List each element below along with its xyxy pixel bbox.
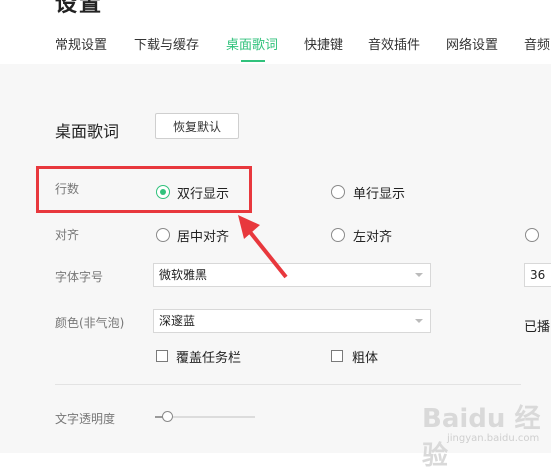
- tab-audio-plugins[interactable]: 音效插件: [368, 34, 420, 53]
- right-align-radio[interactable]: [525, 228, 539, 242]
- opacity-label: 文字透明度: [55, 412, 116, 426]
- section-divider: [55, 384, 521, 385]
- cover-taskbar-checkbox[interactable]: [156, 350, 168, 362]
- tab-desktop-lyrics[interactable]: 桌面歌词: [226, 34, 278, 53]
- left-align-label[interactable]: 左对齐: [353, 226, 392, 245]
- section-title: 桌面歌词: [55, 122, 120, 141]
- tab-audio[interactable]: 音频: [524, 34, 550, 53]
- tab-network[interactable]: 网络设置: [446, 34, 498, 53]
- baidu-watermark-url: jingyan.baidu.com: [447, 433, 540, 444]
- font-label: 字体字号: [55, 270, 104, 284]
- tab-general[interactable]: 常规设置: [55, 34, 107, 53]
- cover-taskbar-label[interactable]: 覆盖任务栏: [176, 347, 241, 366]
- color-label: 颜色(非气泡): [55, 316, 125, 330]
- single-line-label[interactable]: 单行显示: [353, 183, 405, 202]
- arrow-icon: [238, 215, 288, 279]
- align-label: 对齐: [55, 228, 80, 242]
- bold-checkbox[interactable]: [331, 350, 343, 362]
- tab-shortcuts[interactable]: 快捷键: [304, 34, 343, 53]
- single-line-radio[interactable]: [331, 185, 345, 199]
- played-color-label: 已播: [524, 320, 551, 335]
- center-align-radio[interactable]: [156, 228, 170, 242]
- bold-label[interactable]: 粗体: [352, 347, 378, 366]
- font-size-value: 36: [530, 268, 546, 282]
- center-align-label[interactable]: 居中对齐: [177, 226, 229, 245]
- opacity-slider-knob[interactable]: [162, 411, 173, 422]
- font-family-value: 微软雅黑: [159, 268, 208, 282]
- active-tab-underline: [241, 60, 265, 62]
- chevron-down-icon: [415, 319, 423, 323]
- reset-default-button[interactable]: 恢复默认: [155, 113, 239, 139]
- tab-download-cache[interactable]: 下载与缓存: [134, 34, 199, 53]
- color-value: 深邃蓝: [159, 314, 196, 328]
- left-align-radio[interactable]: [331, 228, 345, 242]
- tab-bar: 常规设置 下载与缓存 桌面歌词 快捷键 音效插件 网络设置 音频: [0, 28, 551, 62]
- font-size-select[interactable]: 36: [524, 263, 551, 287]
- highlight-box: [36, 166, 252, 213]
- chevron-down-icon: [415, 273, 423, 277]
- settings-title: 设置: [55, 0, 104, 17]
- color-select[interactable]: 深邃蓝: [153, 309, 431, 333]
